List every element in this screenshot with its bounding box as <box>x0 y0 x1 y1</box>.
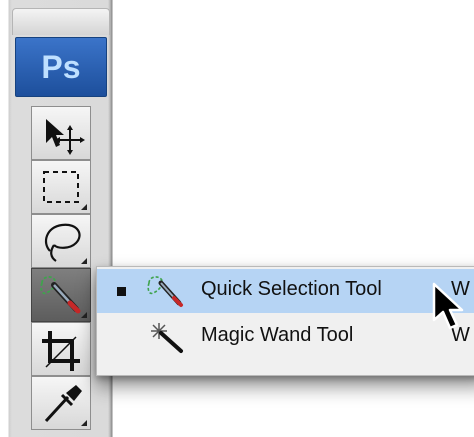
tools-panel-header[interactable] <box>12 8 110 35</box>
move-icon <box>46 119 85 155</box>
menu-item-label: Magic Wand Tool <box>201 324 354 346</box>
more-tools-indicator <box>81 204 87 210</box>
mouse-pointer-icon <box>432 282 464 330</box>
more-tools-indicator <box>81 420 87 426</box>
tool-flyout-menu: Quick Selection Tool W Magic Wand Tool W <box>96 266 474 376</box>
quick-selection-icon <box>147 276 183 307</box>
quick-selection-tool-button[interactable] <box>31 268 91 322</box>
magic-wand-icon <box>151 323 183 353</box>
more-tools-indicator <box>81 312 87 318</box>
crop-tool-button[interactable] <box>31 322 91 376</box>
eyedropper-tool-button[interactable] <box>31 376 91 430</box>
selected-bullet-icon <box>117 287 126 296</box>
photoshop-logo[interactable]: Ps <box>15 37 107 97</box>
crop-icon <box>42 331 80 371</box>
menu-item-quick-selection-tool[interactable]: Quick Selection Tool W <box>97 269 474 313</box>
lasso-tool-button[interactable] <box>31 214 91 268</box>
more-tools-indicator <box>81 258 87 264</box>
menu-item-label: Quick Selection Tool <box>201 278 382 300</box>
menu-item-magic-wand-tool[interactable]: Magic Wand Tool W <box>97 315 474 359</box>
rectangular-marquee-tool-button[interactable] <box>31 160 91 214</box>
move-tool-button[interactable] <box>31 106 91 160</box>
